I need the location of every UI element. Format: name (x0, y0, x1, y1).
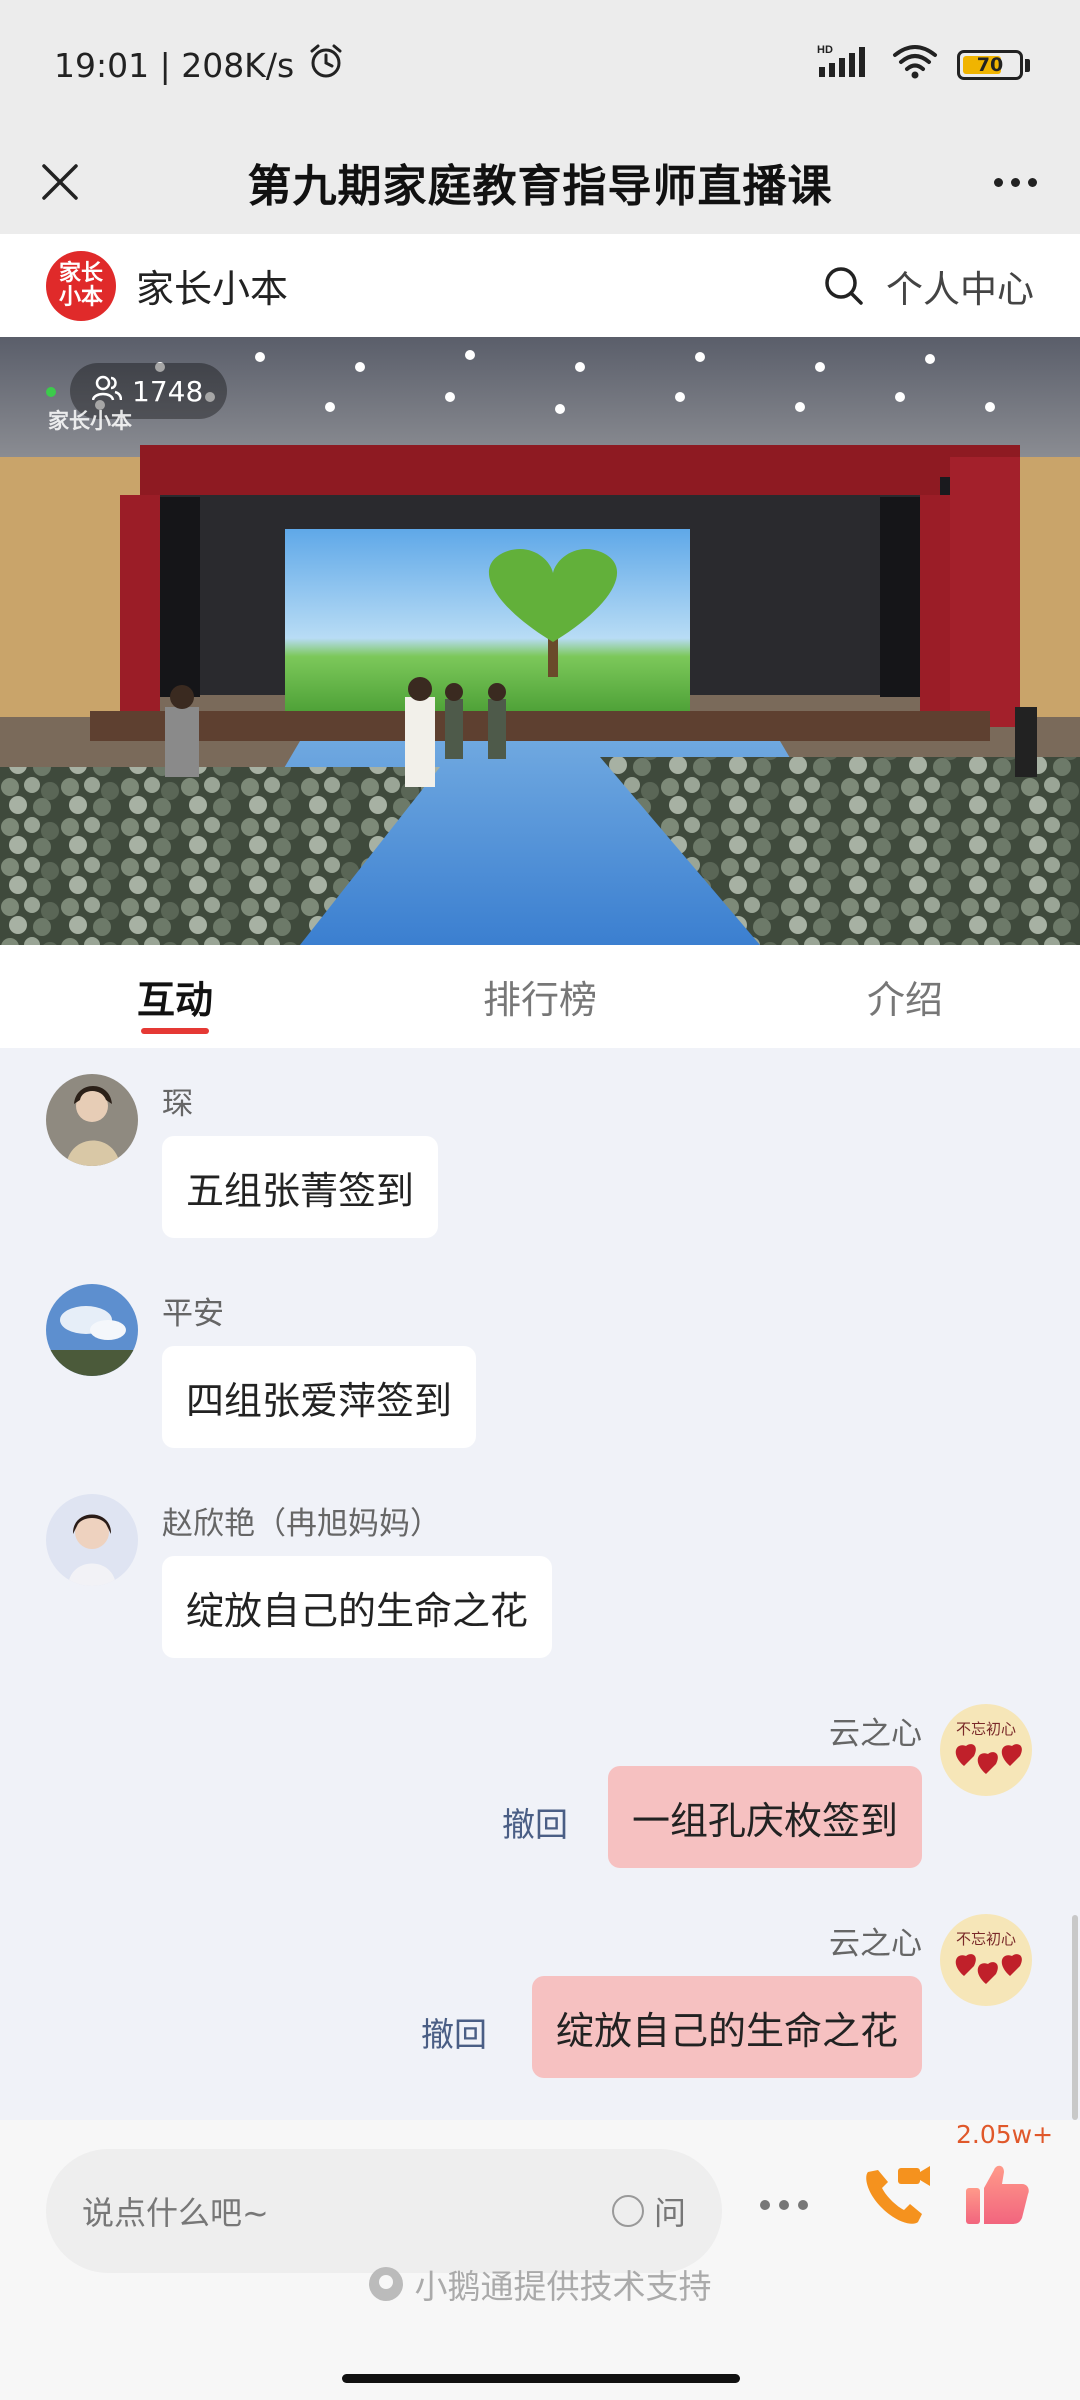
message-bubble[interactable]: 四组张爱萍签到 (162, 1346, 477, 1448)
message-bubble[interactable]: 绽放自己的生命之花 (162, 1556, 553, 1658)
tab-interaction-label: 互动 (136, 978, 213, 1022)
status-right: HD 70 (817, 41, 1030, 89)
comment-input-placeholder: 说点什么吧~ (82, 2194, 269, 2232)
bottom-bar: 说点什么吧~ 问 2.05w+ 小鹅通提供技术支持 (0, 2120, 1080, 2350)
search-icon[interactable] (822, 264, 866, 308)
ask-question-toggle[interactable]: 问 (611, 2188, 686, 2234)
recall-button[interactable]: 撤回 (421, 2008, 487, 2056)
brand-logo-text: 家长小本 (58, 260, 103, 310)
tab-intro-label: 介绍 (866, 978, 943, 1022)
personal-center-link[interactable]: 个人中心 (886, 259, 1034, 313)
stage-scene (0, 337, 1080, 945)
recall-button[interactable]: 撤回 (502, 1798, 568, 1846)
battery-tip (1025, 58, 1030, 72)
brand-bar: 家长小本 家长小本 个人中心 (0, 234, 1080, 337)
sender-name: 云之心 (829, 1926, 922, 1962)
message-bubble[interactable]: 五组张菁签到 (162, 1136, 439, 1238)
home-indicator[interactable] (342, 2374, 740, 2383)
battery-level: 70 (976, 54, 1004, 76)
viewer-count: 1748 (132, 374, 204, 408)
title-bar: 第九期家庭教育指导师直播课 (0, 130, 1080, 234)
tab-intro[interactable]: 介绍 (730, 945, 1080, 1048)
wifi-icon (891, 41, 939, 89)
tech-support-note: 小鹅通提供技术支持 (0, 2254, 1080, 2314)
avatar[interactable] (46, 1284, 138, 1376)
xiaoetong-icon (368, 2267, 403, 2301)
video-watermark: 家长小本 (48, 409, 132, 433)
tab-ranking[interactable]: 排行榜 (350, 945, 730, 1048)
live-indicator (46, 387, 56, 397)
chat-scrollbar[interactable] (1072, 1915, 1078, 2120)
tab-interaction[interactable]: 互动 (0, 945, 350, 1048)
avatar[interactable]: 不忘初心 (940, 1704, 1032, 1796)
thumbs-up-icon[interactable] (962, 2158, 1034, 2230)
status-bar: 19:01 | 208K/s HD 70 (0, 0, 1080, 130)
battery-icon: 70 (957, 50, 1030, 80)
avatar[interactable]: 不忘初心 (940, 1914, 1032, 2006)
page-title: 第九期家庭教育指导师直播课 (247, 161, 833, 212)
sender-name: 云之心 (829, 1716, 922, 1752)
alarm-icon (306, 41, 346, 89)
video-call-icon[interactable] (860, 2162, 934, 2232)
status-time-speed: 19:01 | 208K/s (54, 45, 295, 85)
close-icon[interactable] (30, 152, 90, 212)
message-bubble[interactable]: 一组孔庆枚签到 (607, 1766, 922, 1868)
avatar[interactable] (46, 1494, 138, 1586)
svg-text:HD: HD (817, 44, 833, 56)
live-video[interactable]: 1748 家长小本 (0, 337, 1080, 945)
tab-ranking-label: 排行榜 (482, 978, 597, 1022)
avatar[interactable] (46, 1074, 138, 1166)
tab-bar: 互动 排行榜 介绍 (0, 945, 1080, 1048)
brand-logo[interactable]: 家长小本 (46, 250, 116, 321)
ask-radio[interactable] (611, 2195, 644, 2227)
hd-signal-icon: HD (817, 41, 873, 89)
brand-name[interactable]: 家长小本 (136, 258, 822, 313)
sender-name: 赵欣艳（冉旭妈妈） (162, 1506, 441, 1542)
message-bubble[interactable]: 绽放自己的生命之花 (531, 1976, 922, 2078)
more-icon[interactable] (980, 152, 1050, 212)
tab-active-underline (141, 1028, 209, 1034)
ask-label: 问 (653, 2194, 686, 2232)
svg-text:不忘初心: 不忘初心 (956, 1720, 1016, 1738)
more-icon[interactable] (760, 2200, 808, 2210)
viewers-icon (91, 374, 123, 409)
svg-text:不忘初心: 不忘初心 (956, 1930, 1016, 1948)
chat-list[interactable]: 琛 五组张菁签到 平安 四组张爱萍签到 赵欣艳（冉旭妈妈） 绽放自己的生命之花 (0, 1048, 1080, 2120)
sender-name: 琛 (162, 1086, 193, 1122)
tech-support-text: 小鹅通提供技术支持 (414, 2267, 712, 2306)
sender-name: 平安 (162, 1296, 224, 1332)
battery: 70 (957, 50, 1023, 80)
like-count: 2.05w+ (956, 2120, 1054, 2149)
status-left: 19:01 | 208K/s (54, 41, 346, 89)
